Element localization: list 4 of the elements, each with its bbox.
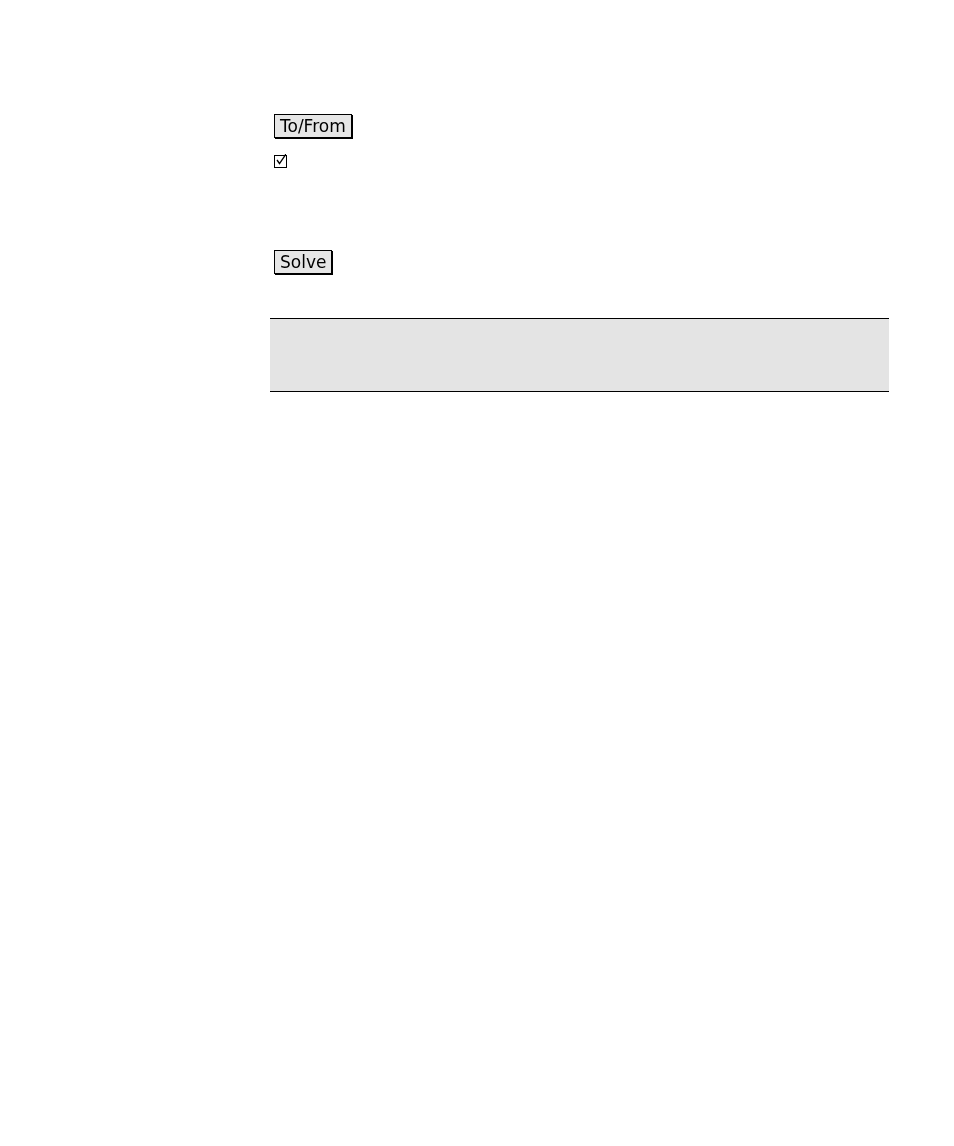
checkbox[interactable] <box>274 155 287 168</box>
check-icon <box>275 154 286 165</box>
button[interactable]: To/From <box>274 114 352 138</box>
button[interactable]: Solve <box>274 250 333 274</box>
